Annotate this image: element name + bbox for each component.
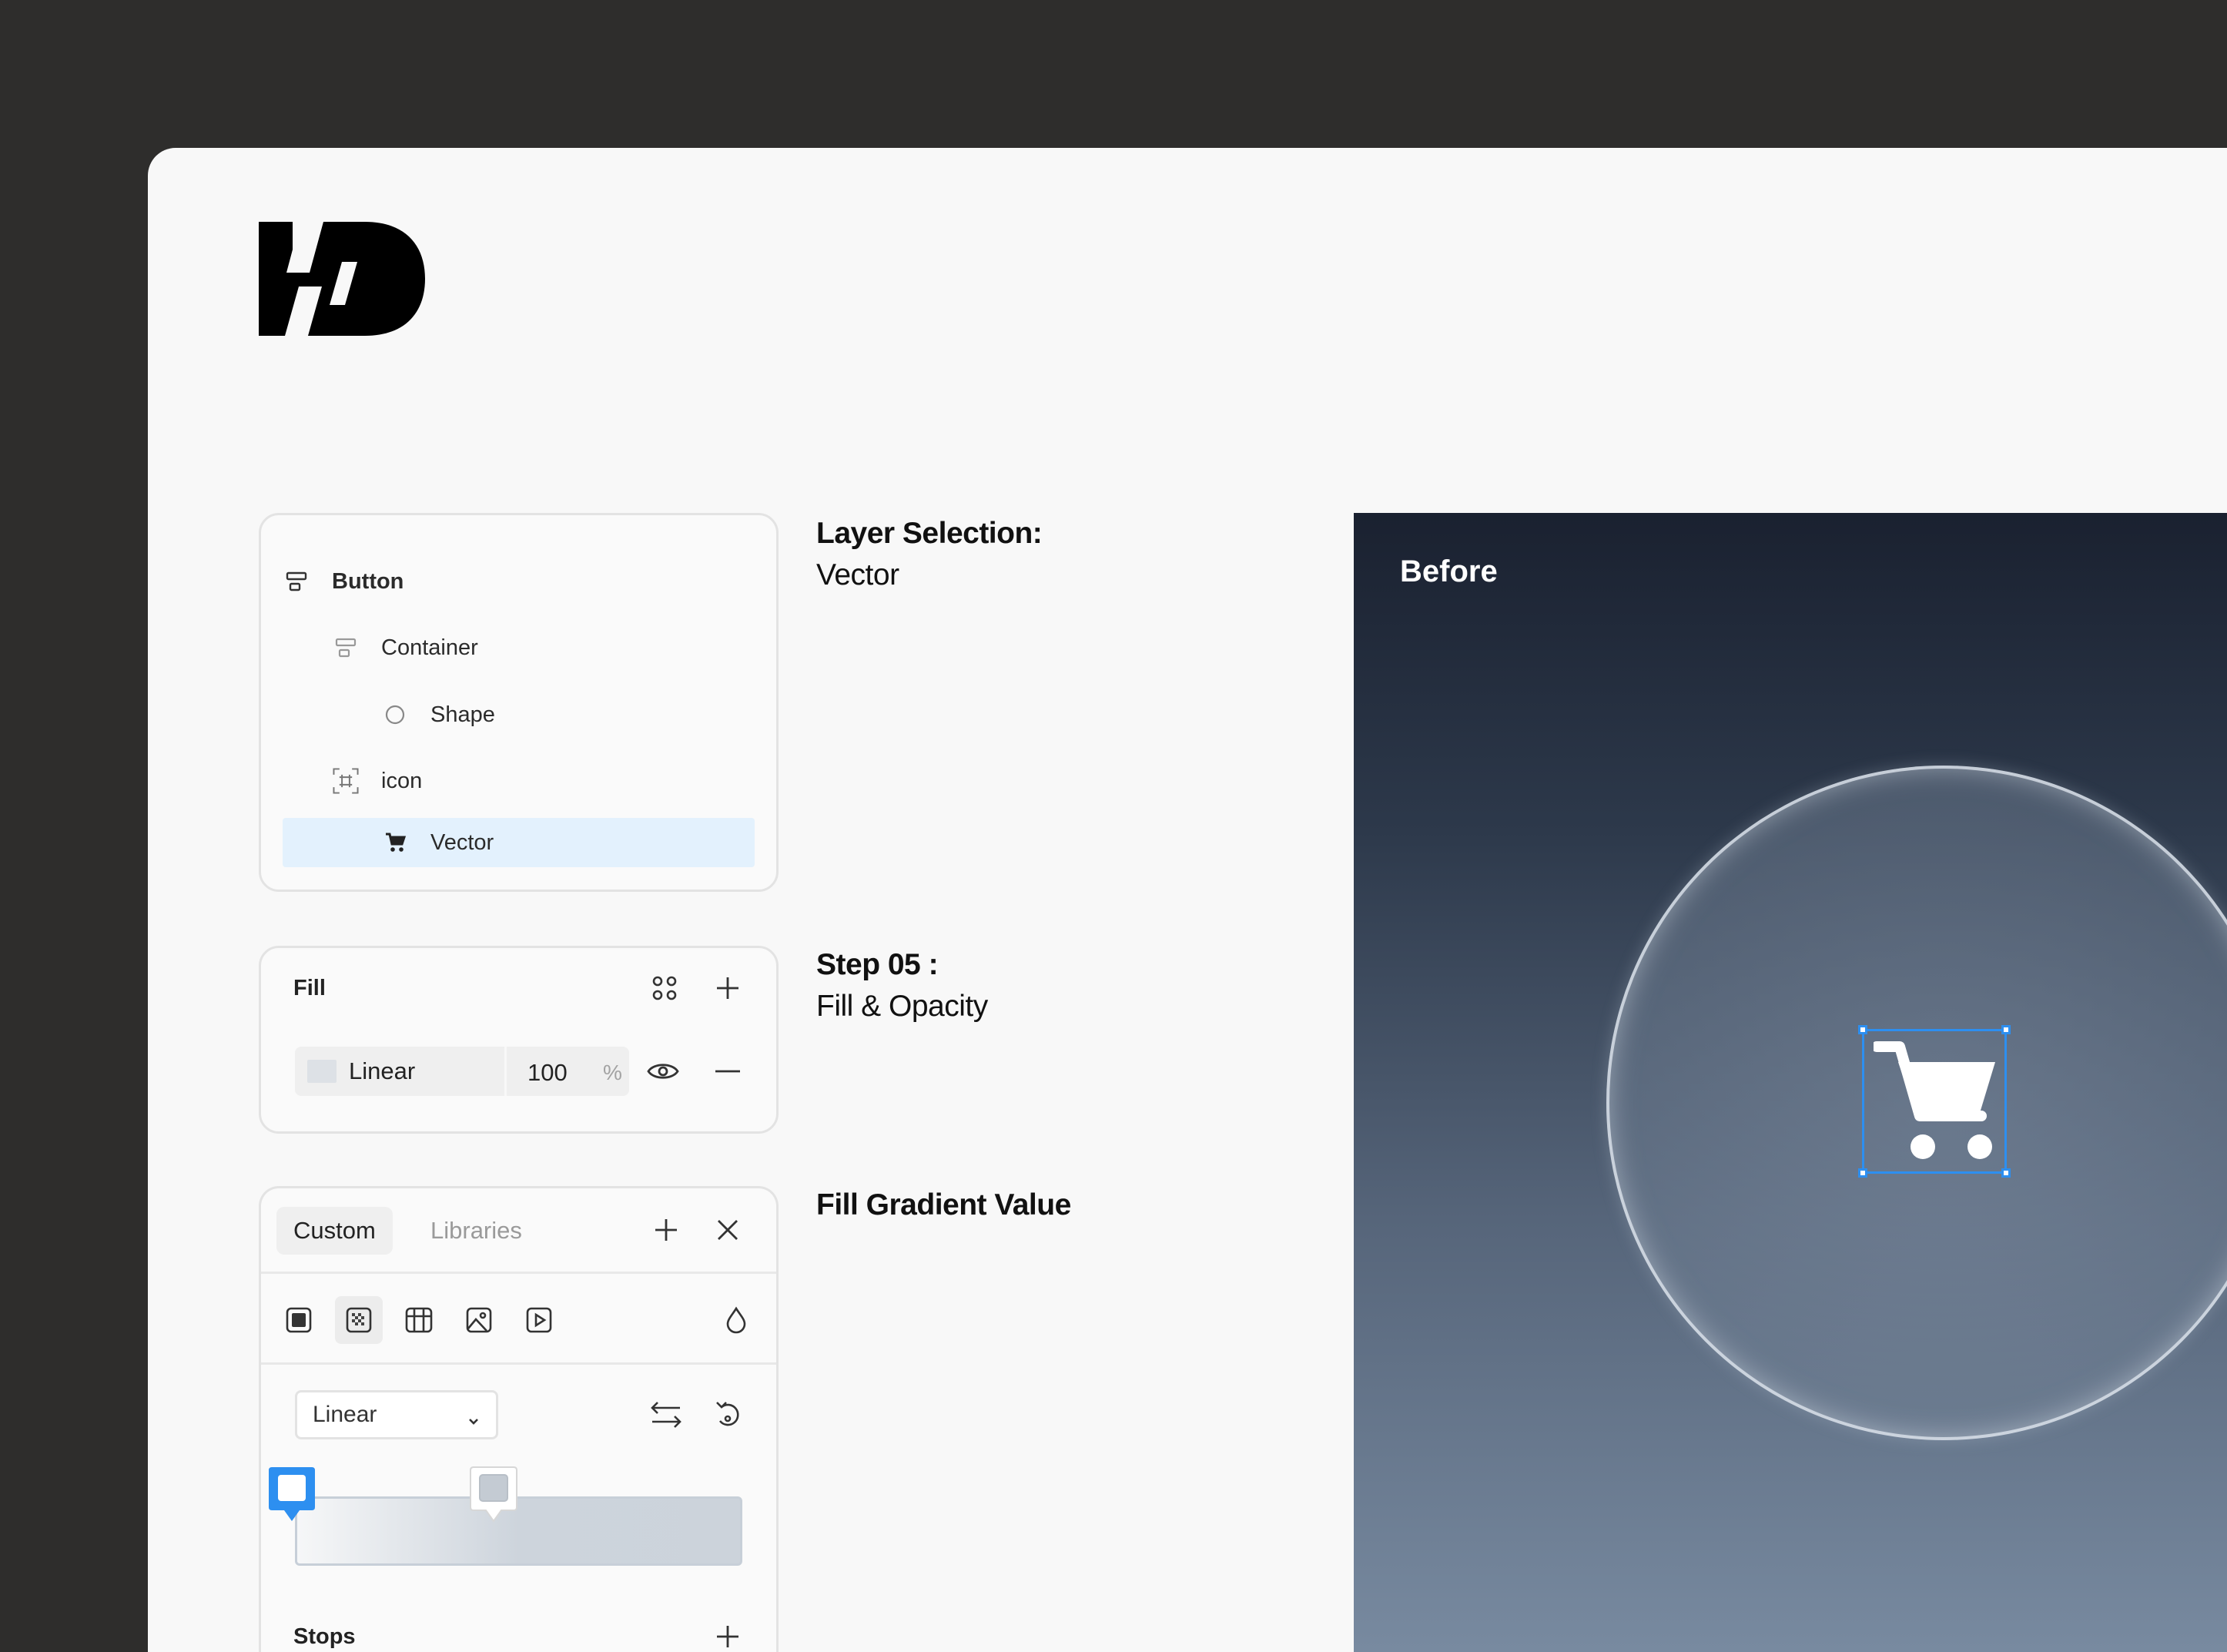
stops-title: Stops xyxy=(293,1624,356,1649)
tab-custom[interactable]: Custom xyxy=(276,1207,393,1255)
preview-label: Before xyxy=(1400,555,1498,588)
selection-box[interactable] xyxy=(1858,1025,2011,1178)
styles-icon[interactable] xyxy=(648,971,681,1005)
step-fill-opacity: Step 05 : Fill & Opacity xyxy=(816,944,988,1027)
gradient-type-select[interactable]: Linear xyxy=(295,1390,498,1439)
cart-icon xyxy=(1874,1041,1995,1159)
fill-divider xyxy=(504,1047,507,1096)
layer-label: Container xyxy=(381,635,478,660)
layer-vector[interactable]: Vector xyxy=(283,818,755,867)
gradient-stop-handle[interactable] xyxy=(267,1464,316,1524)
tab-libraries[interactable]: Libraries xyxy=(414,1207,539,1255)
step-subheading: Fill & Opacity xyxy=(816,990,988,1023)
minus-icon[interactable] xyxy=(711,1054,745,1088)
step-heading: Step 05 : xyxy=(816,948,939,981)
layer-shape[interactable]: Shape xyxy=(283,690,755,739)
layer-label: Shape xyxy=(430,702,495,727)
fill-value-field[interactable]: Linear 100 % xyxy=(295,1047,629,1096)
step-layer-selection: Layer Selection: Vector xyxy=(816,513,1043,596)
fill-panel: Fill Linear 100 % xyxy=(259,946,779,1134)
layer-label: Button xyxy=(332,568,404,594)
gradient-fill-icon[interactable] xyxy=(335,1296,383,1344)
frame-stack-icon xyxy=(283,568,310,595)
fill-opacity-unit: % xyxy=(603,1061,622,1084)
step-fill-gradient: Fill Gradient Value xyxy=(816,1185,1071,1226)
chevron-down-icon xyxy=(467,1408,481,1434)
resize-handle[interactable] xyxy=(2001,1025,2011,1034)
frame-grid-icon xyxy=(332,767,360,795)
close-icon[interactable] xyxy=(711,1213,745,1247)
fill-type: Linear xyxy=(349,1057,416,1084)
step-subheading: Vector xyxy=(816,558,899,591)
step-heading: Layer Selection: xyxy=(816,517,1043,550)
fill-opacity[interactable]: 100 xyxy=(527,1059,568,1087)
plus-icon[interactable] xyxy=(711,971,745,1005)
frame-stack-icon xyxy=(332,634,360,662)
video-fill-icon[interactable] xyxy=(515,1296,563,1344)
stage: Button Container Shape icon Vector Fill … xyxy=(148,148,2227,1652)
plus-icon[interactable] xyxy=(649,1213,683,1247)
layer-button[interactable]: Button xyxy=(283,557,755,606)
layer-label: icon xyxy=(381,768,423,793)
circle-icon xyxy=(381,701,409,729)
cart-icon xyxy=(381,829,409,856)
layers-panel: Button Container Shape icon Vector xyxy=(259,513,779,892)
fill-title: Fill xyxy=(293,976,326,1000)
fill-swatch[interactable] xyxy=(307,1060,337,1083)
gradient-picker-panel: Custom Libraries Linear Stops xyxy=(259,1186,779,1652)
resize-handle[interactable] xyxy=(1858,1168,1867,1178)
resize-handle[interactable] xyxy=(1858,1025,1867,1034)
swap-icon[interactable] xyxy=(649,1398,683,1432)
solid-fill-icon[interactable] xyxy=(275,1296,323,1344)
layer-icon[interactable]: icon xyxy=(283,756,755,806)
pattern-fill-icon[interactable] xyxy=(395,1296,443,1344)
rotate-icon[interactable] xyxy=(711,1398,745,1432)
layer-label: Vector xyxy=(430,829,494,855)
hd-logo xyxy=(259,222,425,336)
eye-icon[interactable] xyxy=(646,1054,680,1088)
resize-handle[interactable] xyxy=(2001,1168,2011,1178)
plus-icon[interactable] xyxy=(711,1620,745,1652)
divider xyxy=(261,1272,776,1274)
drop-icon[interactable] xyxy=(712,1296,760,1344)
divider xyxy=(261,1362,776,1365)
layer-container[interactable]: Container xyxy=(283,623,755,672)
gradient-bar[interactable] xyxy=(295,1496,742,1566)
gradient-type-value: Linear xyxy=(313,1402,377,1427)
image-fill-icon[interactable] xyxy=(455,1296,503,1344)
preview-canvas: Before xyxy=(1354,513,2227,1652)
gradient-stop-handle[interactable] xyxy=(469,1464,518,1524)
step-heading: Fill Gradient Value xyxy=(816,1188,1071,1221)
